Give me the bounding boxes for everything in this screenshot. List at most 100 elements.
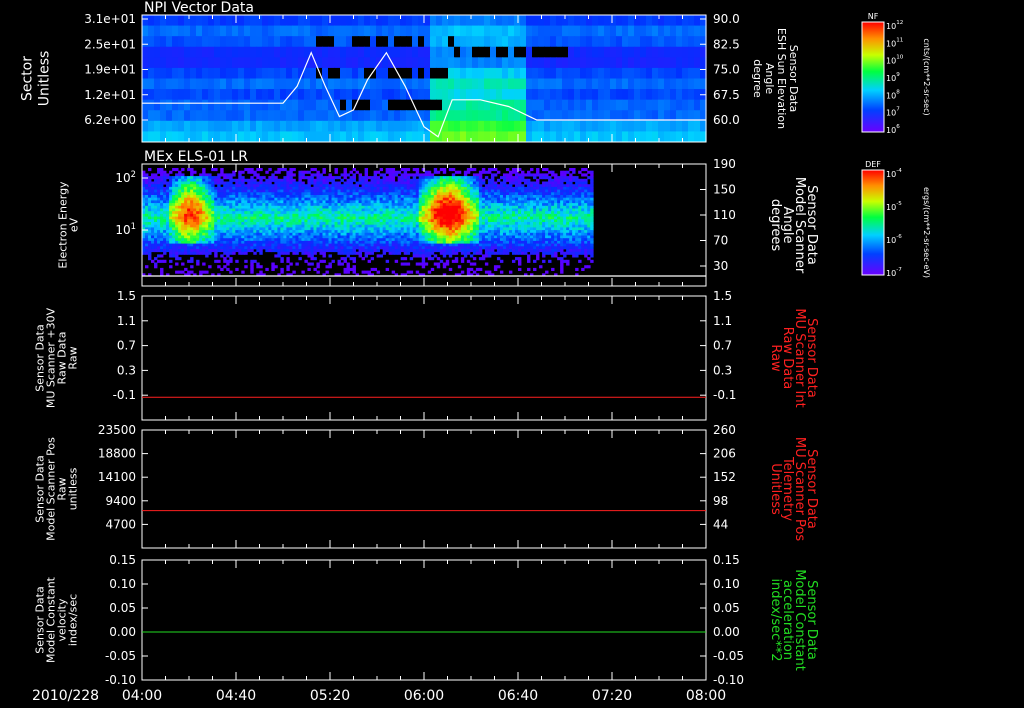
els-cell: [235, 181, 239, 185]
npi-cell: [508, 15, 515, 26]
els-cell: [271, 232, 275, 236]
els-cell: [502, 203, 507, 207]
els-cell: [587, 219, 591, 223]
els-cell: [292, 168, 296, 172]
els-cell: [493, 184, 498, 188]
npi-cell: [388, 15, 395, 26]
els-cell: [590, 184, 594, 188]
els-cell: [548, 181, 552, 185]
els-cell: [469, 208, 474, 212]
npi-cell: [538, 25, 545, 37]
els-cell: [505, 168, 510, 172]
els-cell: [472, 235, 477, 239]
els-cell: [406, 227, 411, 231]
els-cell: [454, 222, 459, 226]
npi-cell: [670, 67, 677, 79]
els-cell: [163, 186, 167, 190]
npi-cell: [388, 89, 395, 101]
els-cell: [181, 203, 185, 207]
els-cell: [442, 213, 447, 217]
els-cell: [514, 189, 519, 193]
els-cell: [460, 186, 465, 190]
els-cell: [433, 168, 438, 172]
els-cell: [157, 184, 161, 188]
els-cell: [178, 222, 182, 226]
els-cell: [394, 189, 399, 193]
els-cell: [355, 205, 359, 209]
els-cell: [403, 181, 408, 185]
els-cell: [268, 168, 272, 172]
npi-cell: [382, 89, 389, 101]
npi-cell: [202, 78, 209, 90]
els-cell: [418, 181, 423, 185]
npi-cell: [526, 36, 533, 48]
els-cell: [214, 205, 218, 209]
els-cell: [277, 208, 281, 212]
els-cell: [184, 197, 188, 201]
els-cell: [172, 184, 176, 188]
els-cell: [259, 216, 263, 220]
els-cell: [364, 173, 368, 177]
npi-cell: [292, 46, 299, 58]
els-cell: [184, 178, 188, 182]
els-cell: [241, 203, 245, 207]
els-cell: [584, 230, 588, 234]
els-cell: [463, 222, 468, 226]
els-cell: [331, 219, 335, 223]
els-cell: [355, 235, 359, 239]
els-cell: [328, 205, 332, 209]
els-cell: [536, 222, 540, 226]
npi-cell: [262, 131, 269, 143]
els-cell: [202, 203, 206, 207]
els-cell: [148, 219, 152, 223]
els-cell: [421, 232, 426, 236]
els-cell: [527, 208, 531, 212]
els-cell: [349, 208, 353, 212]
els-cell: [148, 178, 152, 182]
els-cell: [508, 230, 513, 234]
els-cell: [397, 189, 402, 193]
els-cell: [590, 173, 594, 177]
els-cell: [196, 230, 200, 234]
npi-cell: [526, 67, 533, 79]
els-cell: [484, 227, 489, 231]
els-cell: [253, 192, 257, 196]
els-cell: [424, 235, 429, 239]
npi-cell: [520, 25, 527, 37]
els-cell: [472, 211, 477, 215]
els-cell: [346, 224, 350, 228]
els-cell: [235, 227, 239, 231]
els-cell: [445, 230, 450, 234]
els-cell: [539, 200, 543, 204]
els-cell: [169, 238, 173, 242]
els-cell: [385, 205, 390, 209]
els-cell: [346, 192, 350, 196]
els-cell: [451, 216, 456, 220]
npi-cell: [694, 131, 701, 143]
els-cell: [415, 181, 420, 185]
els-cell: [557, 213, 561, 217]
els-cell: [448, 208, 453, 212]
els-cell: [536, 238, 540, 242]
els-cell: [202, 208, 206, 212]
els-cell: [280, 208, 284, 212]
npi-cell: [220, 131, 227, 143]
els-cell: [478, 186, 483, 190]
els-cell: [566, 178, 570, 182]
els-cell: [388, 222, 393, 226]
els-cell: [590, 235, 594, 239]
els-cell: [518, 205, 522, 209]
els-cell: [379, 213, 384, 217]
npi-cell: [226, 131, 233, 143]
els-cell: [469, 200, 474, 204]
els-cell: [557, 203, 561, 207]
els-cell: [566, 227, 570, 231]
els-cell: [367, 184, 372, 188]
npi-cell: [166, 67, 173, 79]
npi-cell: [184, 46, 191, 58]
els-cell: [551, 181, 555, 185]
npi-cell: [496, 89, 503, 101]
els-cell: [256, 192, 260, 196]
els-cell: [439, 176, 444, 180]
els-cell: [289, 222, 293, 226]
